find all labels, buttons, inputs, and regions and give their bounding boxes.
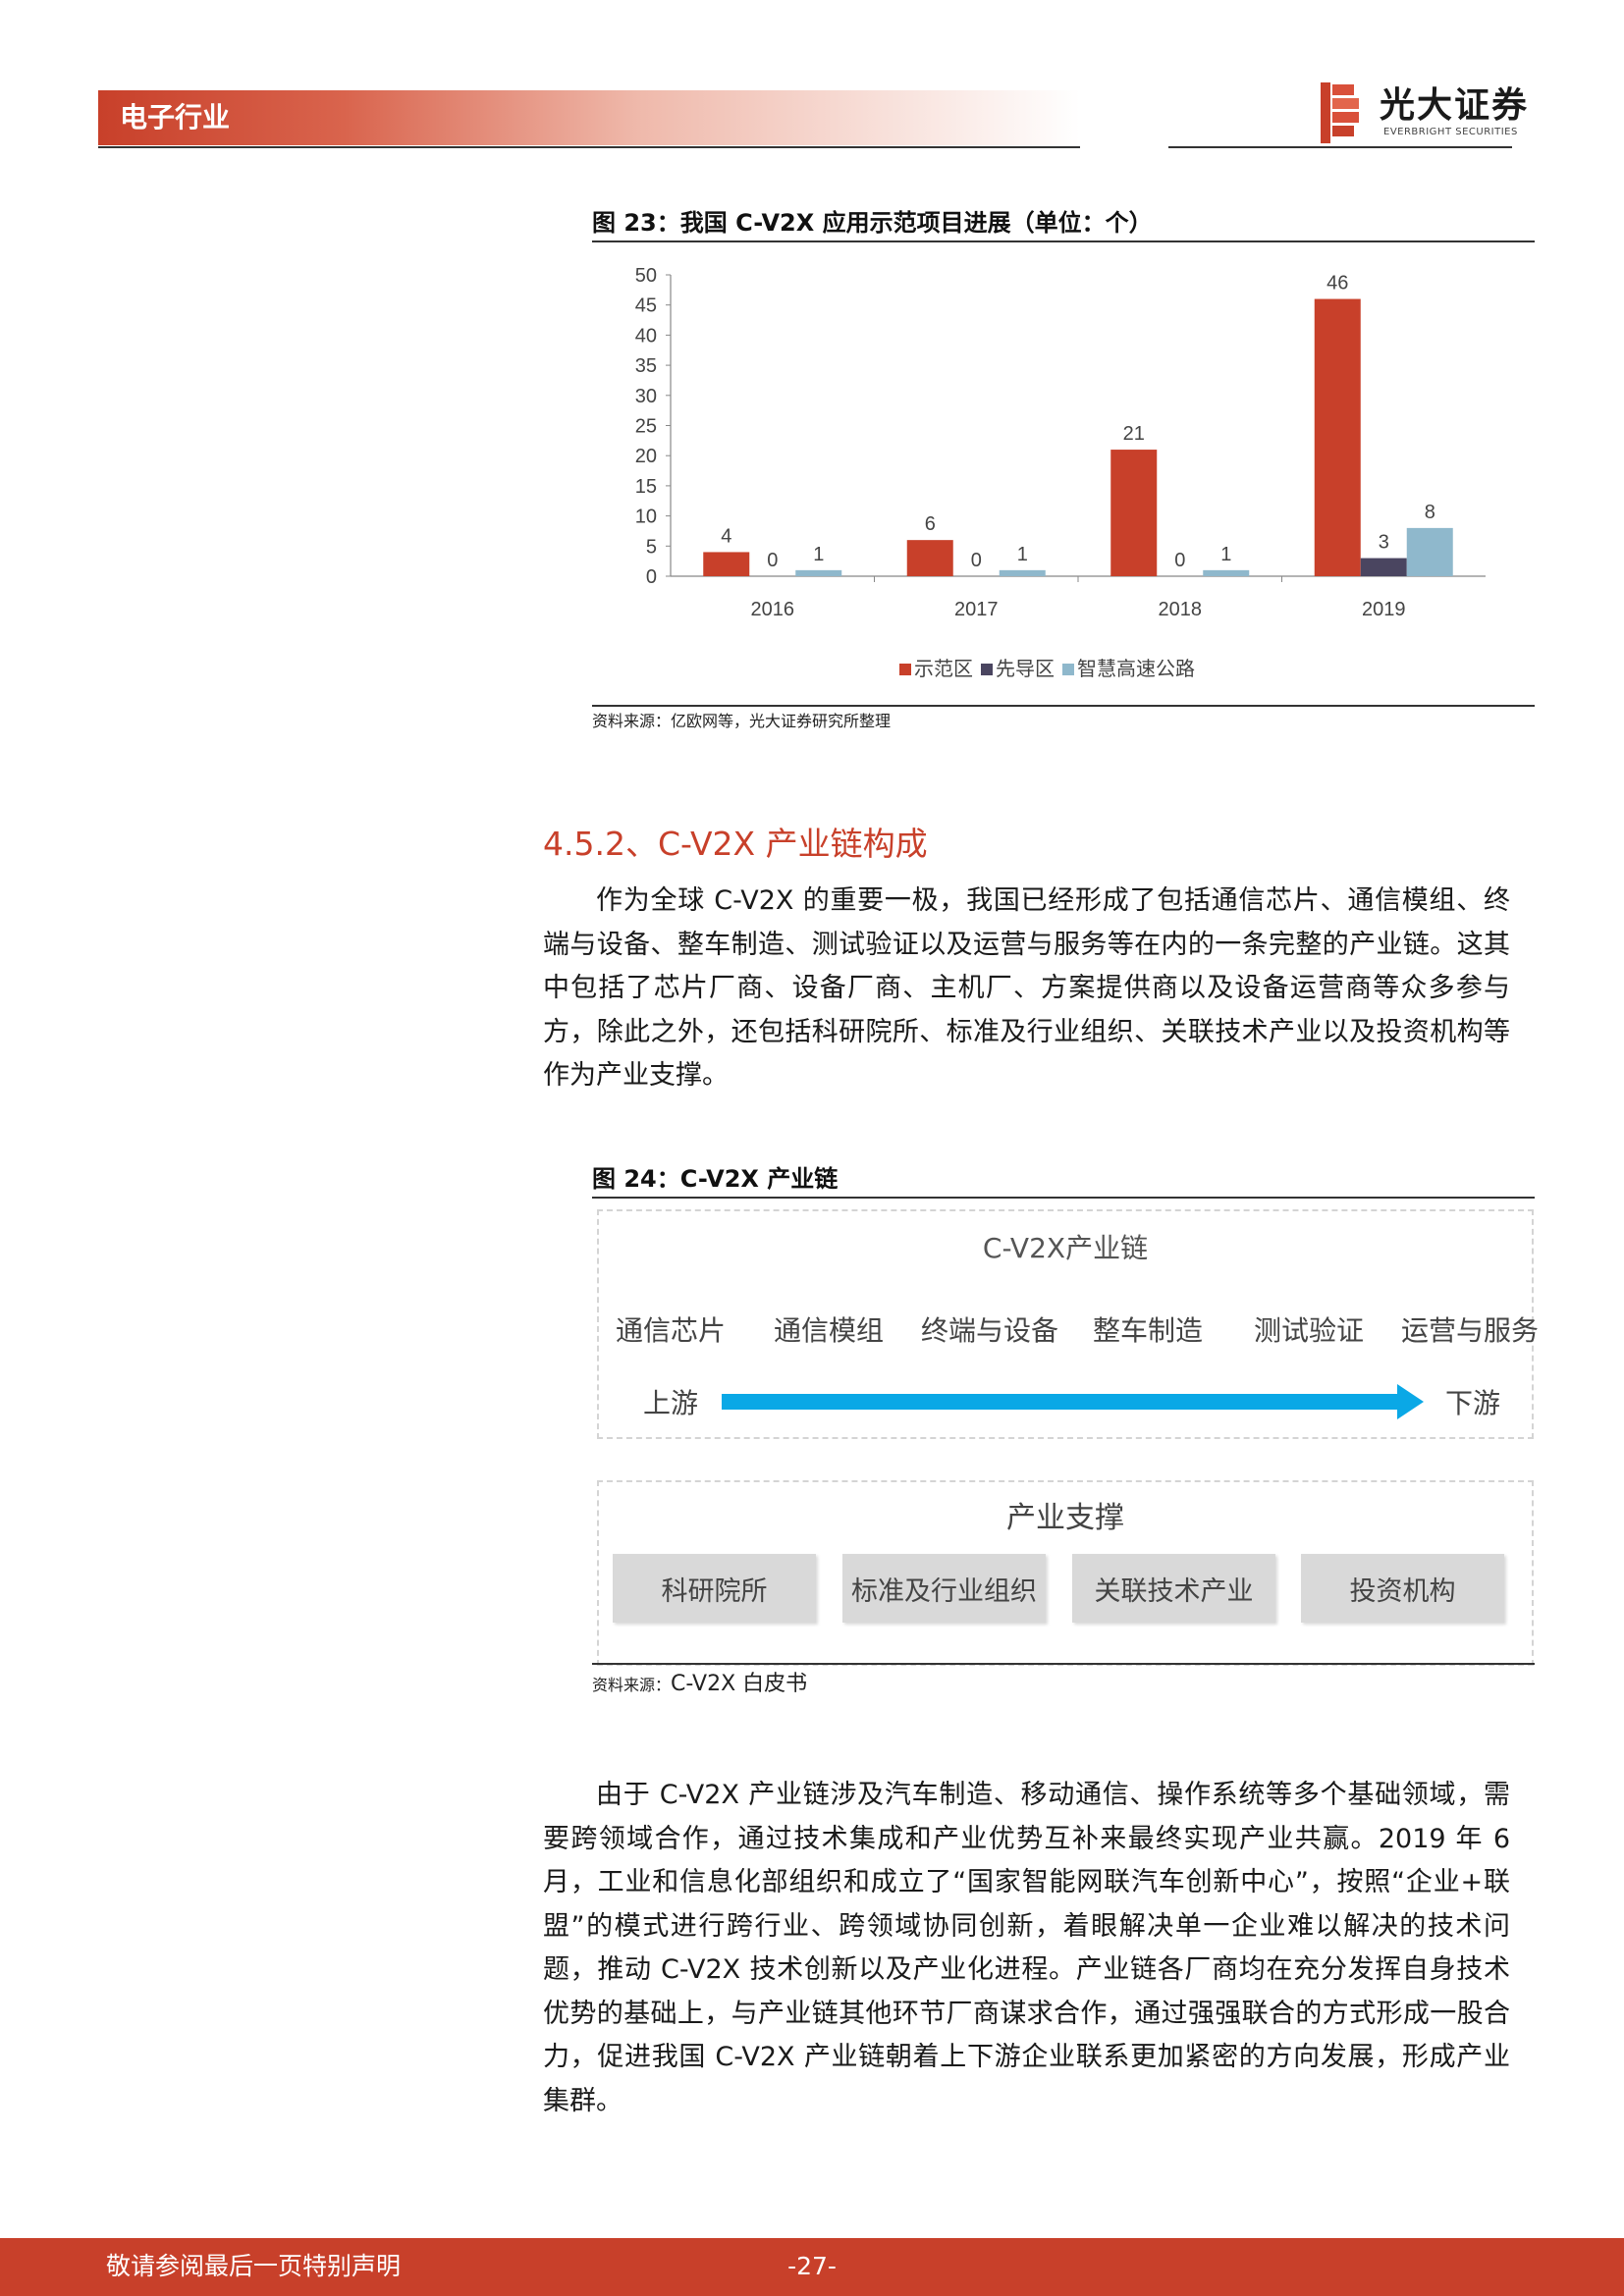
y-tick-label: 30 [635, 386, 657, 407]
legend-label: 先导区 [996, 658, 1055, 680]
chain-stage: 终端与设备 [921, 1314, 1059, 1347]
data-label: 0 [1174, 550, 1185, 571]
figure24-title: 图 24：C-V2X 产业链 [592, 1165, 839, 1193]
bar [795, 569, 842, 576]
x-tick-label: 2016 [751, 599, 795, 620]
x-tick-label: 2018 [1159, 599, 1203, 620]
support-item: 科研院所 [613, 1554, 816, 1623]
data-label: 8 [1425, 502, 1435, 523]
y-tick-label: 10 [635, 507, 657, 528]
y-tick-label: 0 [646, 566, 657, 588]
data-label: 4 [721, 525, 731, 547]
upstream-downstream-arrow-icon [722, 1384, 1424, 1419]
support-item: 标准及行业组织 [842, 1554, 1046, 1623]
legend-swatch [1062, 664, 1074, 675]
y-tick-label: 25 [635, 416, 657, 438]
data-label: 6 [925, 513, 936, 535]
upstream-label: 上游 [643, 1387, 699, 1419]
bar [1110, 450, 1158, 576]
x-tick-label: 2019 [1362, 599, 1406, 620]
data-label: 3 [1379, 532, 1389, 554]
data-label: 46 [1326, 273, 1348, 294]
y-tick-label: 50 [635, 265, 657, 287]
page-number: -27- [787, 2252, 837, 2280]
header-rule-right [1168, 146, 1512, 148]
y-tick-label: 35 [635, 355, 657, 377]
y-tick-label: 40 [635, 325, 657, 347]
brand-logo-icon [1321, 82, 1359, 143]
chain-stage: 测试验证 [1254, 1314, 1365, 1347]
data-label: 1 [1220, 544, 1231, 565]
bar [1314, 298, 1361, 576]
y-tick-label: 5 [646, 536, 657, 558]
figure23-top-rule [592, 240, 1535, 242]
section-heading: 4.5.2、C-V2X 产业链构成 [543, 825, 928, 863]
data-label: 1 [1017, 544, 1028, 565]
data-label: 0 [767, 550, 778, 571]
industry-support-title: 产业支撑 [1006, 1501, 1124, 1535]
data-label: 1 [813, 544, 824, 565]
figure23-title: 图 23：我国 C-V2X 应用示范项目进展（单位：个） [592, 209, 1153, 237]
legend-swatch [899, 664, 911, 675]
brand-name: 光大证券 [1380, 85, 1530, 126]
bar [1360, 558, 1407, 576]
figure24-top-rule [592, 1197, 1535, 1199]
data-label: 0 [971, 550, 982, 571]
chain-stage: 整车制造 [1093, 1314, 1204, 1347]
legend-label: 智慧高速公路 [1077, 658, 1195, 680]
x-tick-label: 2017 [954, 599, 999, 620]
chain-stage: 通信芯片 [616, 1314, 727, 1347]
y-tick-label: 45 [635, 295, 657, 317]
header-rule [98, 146, 1080, 148]
legend-label: 示范区 [914, 658, 973, 680]
bar [999, 569, 1046, 576]
figure24-source: 资料来源：C-V2X 白皮书 [592, 1669, 807, 1701]
legend-swatch [981, 664, 993, 675]
downstream-label: 下游 [1445, 1387, 1501, 1419]
header-band [98, 90, 1080, 145]
figure23-bar-chart: 051015202530354045502016 2017 2018 2019 40 1… [635, 265, 1486, 680]
figure23-source: 资料来源：亿欧网等，光大证券研究所整理 [592, 712, 892, 730]
data-label: 21 [1123, 423, 1145, 445]
y-tick-label: 15 [635, 476, 657, 498]
y-tick-label: 20 [635, 446, 657, 467]
figure23-bottom-rule [592, 705, 1535, 707]
bar [1203, 569, 1250, 576]
chain-stage: 通信模组 [774, 1314, 885, 1347]
support-item: 关联技术产业 [1072, 1554, 1275, 1623]
footer-disclaimer: 敬请参阅最后一页特别声明 [106, 2252, 402, 2280]
figure24-source-text: C-V2X 白皮书 [671, 1672, 808, 1696]
paragraph-industry-cooperation: 由于 C-V2X 产业链涉及汽车制造、移动通信、操作系统等多个基础领域，需要跨领… [543, 1780, 1510, 2116]
header-section-title: 电子行业 [120, 101, 231, 133]
bar [906, 540, 953, 576]
figure24-bottom-rule [592, 1663, 1535, 1665]
chain-stage: 运营与服务 [1401, 1314, 1540, 1347]
support-item: 投资机构 [1301, 1554, 1504, 1623]
bar [1406, 527, 1453, 576]
paragraph-industry-chain: 作为全球 C-V2X 的重要一极，我国已经形成了包括通信芯片、通信模组、终端与设… [543, 885, 1510, 1091]
brand-name-en: EVERBRIGHT SECURITIES [1383, 127, 1518, 137]
industry-chain-title: C-V2X产业链 [982, 1232, 1149, 1264]
figure24-source-prefix: 资料来源： [592, 1676, 672, 1694]
bar [703, 552, 750, 576]
